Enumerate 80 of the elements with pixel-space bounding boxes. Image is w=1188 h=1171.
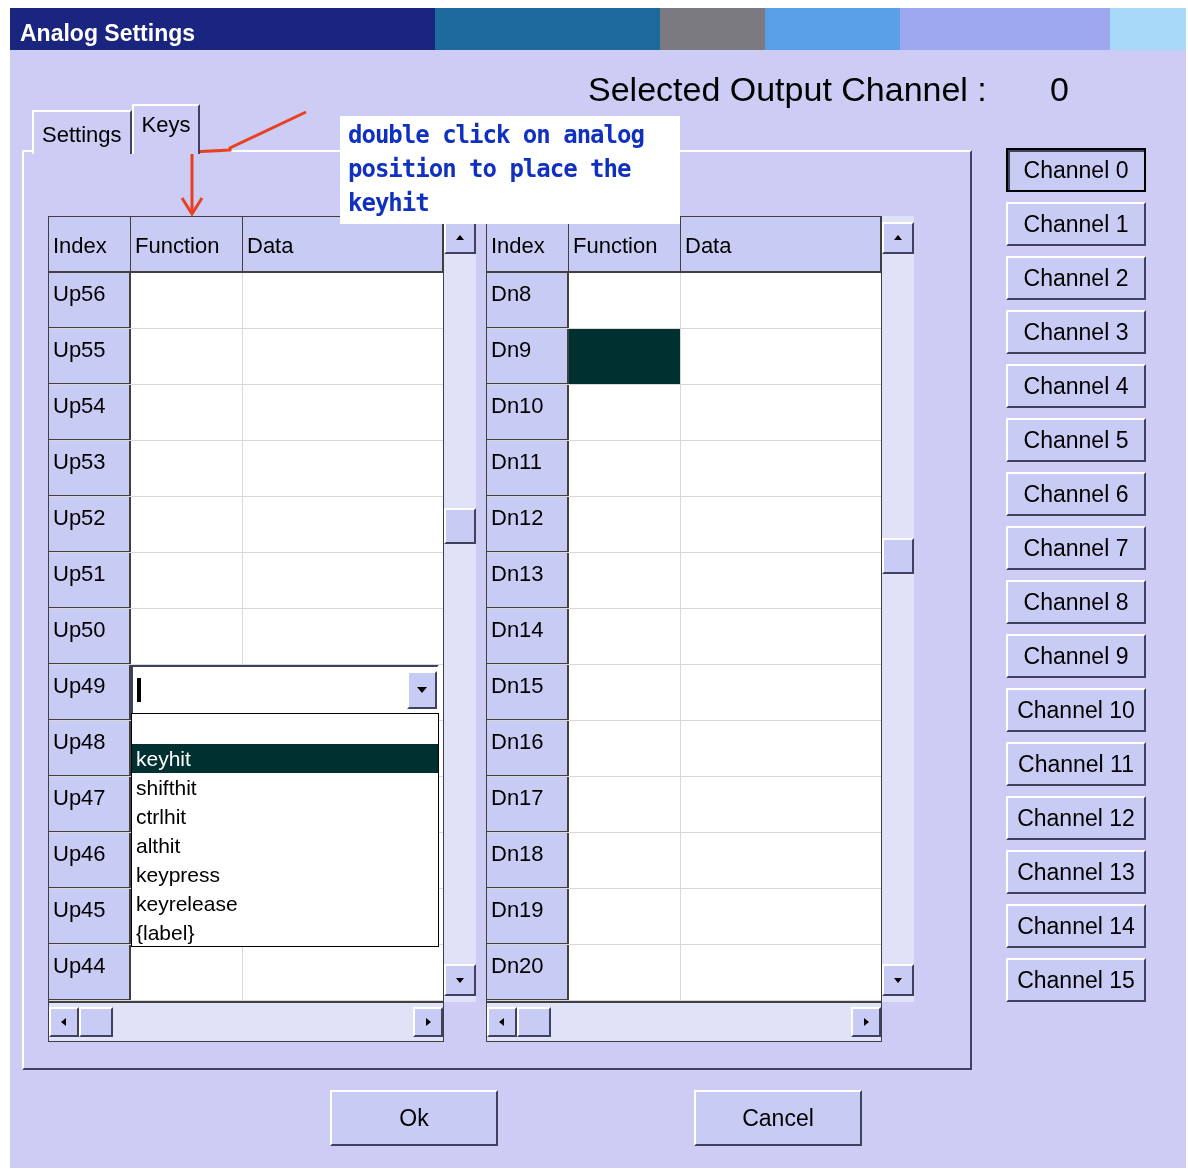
tab[interactable]: Keys: [131, 104, 201, 154]
row-header[interactable]: Dn12: [487, 497, 569, 552]
scroll-thumb[interactable]: [79, 1007, 113, 1037]
row-header[interactable]: Up46: [49, 833, 131, 888]
row-header[interactable]: Up49: [49, 665, 131, 720]
scroll-down-button[interactable]: [444, 964, 476, 996]
dropdown-option[interactable]: althit: [132, 831, 438, 860]
row-header[interactable]: Up54: [49, 385, 131, 440]
function-combo-box[interactable]: [131, 665, 439, 715]
row-header[interactable]: Dn18: [487, 833, 569, 888]
selected-cell[interactable]: [569, 329, 681, 384]
channel-button[interactable]: Channel 8: [1006, 580, 1146, 624]
row-header[interactable]: Dn16: [487, 721, 569, 776]
column-header[interactable]: Index: [49, 217, 131, 273]
channel-button[interactable]: Channel 6: [1006, 472, 1146, 516]
channel-button[interactable]: Channel 10: [1006, 688, 1146, 732]
row-header[interactable]: Dn11: [487, 441, 569, 496]
channel-button[interactable]: Channel 14: [1006, 904, 1146, 948]
row-header[interactable]: Up53: [49, 441, 131, 496]
channel-button[interactable]: Channel 2: [1006, 256, 1146, 300]
text-cursor-icon: [137, 678, 141, 702]
column-header[interactable]: Function: [131, 217, 243, 273]
row-header[interactable]: Up56: [49, 273, 131, 328]
dialog-button[interactable]: Ok: [330, 1090, 498, 1146]
row-header[interactable]: Dn14: [487, 609, 569, 664]
scroll-right-button[interactable]: [413, 1007, 443, 1037]
channel-button[interactable]: Channel 11: [1006, 742, 1146, 786]
scroll-up-button[interactable]: [882, 222, 914, 254]
window-title: Analog Settings: [20, 19, 196, 48]
row-header[interactable]: Up48: [49, 721, 131, 776]
scroll-up-button[interactable]: [444, 222, 476, 254]
dropdown-option[interactable]: keyrelease: [132, 889, 438, 918]
scroll-thumb[interactable]: [444, 508, 476, 544]
scroll-thumb[interactable]: [882, 538, 914, 574]
row-header[interactable]: Dn13: [487, 553, 569, 608]
channel-button[interactable]: Channel 3: [1006, 310, 1146, 354]
channel-button[interactable]: Channel 1: [1006, 202, 1146, 246]
channel-button[interactable]: Channel 12: [1006, 796, 1146, 840]
row-header[interactable]: Dn17: [487, 777, 569, 832]
annotation-tooltip: double click on analog position to place the keyhit: [340, 116, 680, 224]
dropdown-option[interactable]: {label}: [132, 918, 438, 947]
scroll-thumb[interactable]: [517, 1007, 551, 1037]
selected-channel-label: Selected Output Channel :: [588, 69, 987, 110]
tab[interactable]: Settings: [32, 110, 132, 154]
scroll-left-button[interactable]: [487, 1007, 517, 1037]
row-header[interactable]: Up55: [49, 329, 131, 384]
row-header[interactable]: Up47: [49, 777, 131, 832]
row-header[interactable]: Up51: [49, 553, 131, 608]
selected-channel-value: 0: [1050, 69, 1069, 110]
channel-button[interactable]: Channel 13: [1006, 850, 1146, 894]
row-header[interactable]: Dn10: [487, 385, 569, 440]
dropdown-option[interactable]: keypress: [132, 860, 438, 889]
row-header[interactable]: Up45: [49, 889, 131, 944]
row-header[interactable]: Up52: [49, 497, 131, 552]
channel-button[interactable]: Channel 15: [1006, 958, 1146, 1002]
dropdown-button[interactable]: [407, 671, 437, 709]
row-header[interactable]: Dn8: [487, 273, 569, 328]
horizontal-scrollbar[interactable]: [48, 1002, 444, 1042]
row-header[interactable]: Up44: [49, 945, 131, 1000]
channel-button[interactable]: Channel 4: [1006, 364, 1146, 408]
vertical-scrollbar[interactable]: [882, 216, 914, 1002]
row-header[interactable]: Dn9: [487, 329, 569, 384]
dialog-button[interactable]: Cancel: [694, 1090, 862, 1146]
column-header[interactable]: Data: [681, 217, 881, 273]
horizontal-scrollbar[interactable]: [486, 1002, 882, 1042]
row-header[interactable]: Dn20: [487, 945, 569, 1000]
channel-button[interactable]: Channel 9: [1006, 634, 1146, 678]
scroll-left-button[interactable]: [49, 1007, 79, 1037]
dropdown-option[interactable]: shifthit: [132, 773, 438, 802]
channel-button[interactable]: Channel 7: [1006, 526, 1146, 570]
row-header[interactable]: Dn19: [487, 889, 569, 944]
dropdown-option[interactable]: keyhit: [132, 744, 438, 773]
dropdown-option[interactable]: ctrlhit: [132, 802, 438, 831]
row-header[interactable]: Dn15: [487, 665, 569, 720]
scroll-down-button[interactable]: [882, 964, 914, 996]
channel-button[interactable]: Channel 5: [1006, 418, 1146, 462]
column-header[interactable]: Data: [243, 217, 443, 273]
scroll-right-button[interactable]: [851, 1007, 881, 1037]
row-header[interactable]: Up50: [49, 609, 131, 664]
channel-button[interactable]: Channel 0: [1006, 148, 1146, 192]
